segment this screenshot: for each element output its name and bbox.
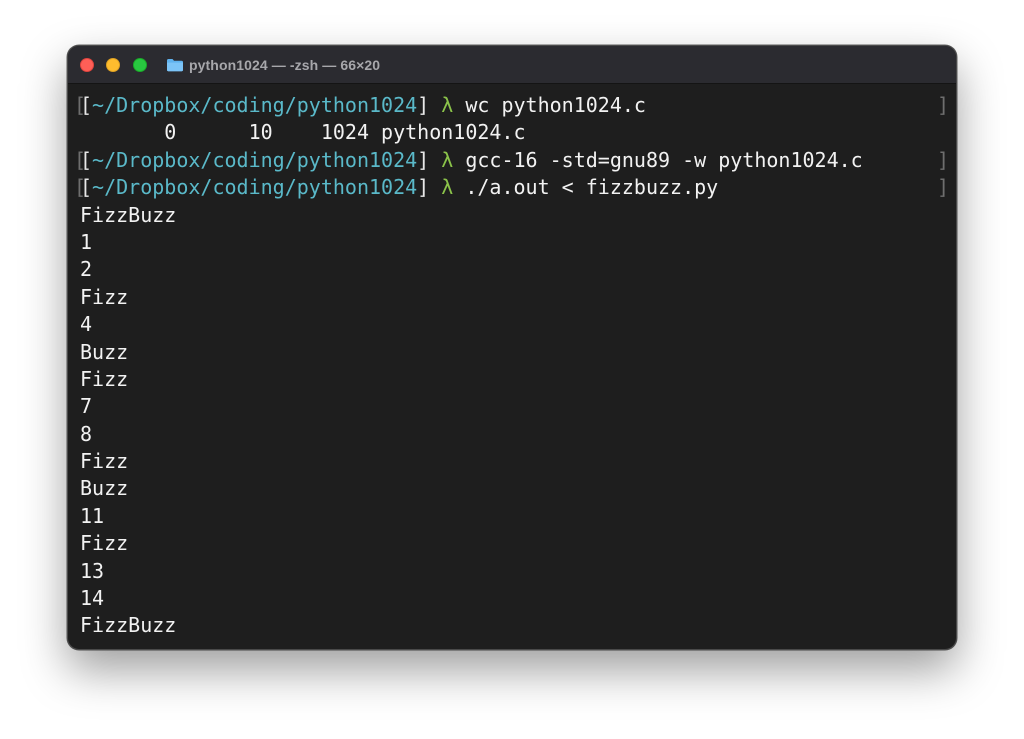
output-line: Fizz [68, 448, 956, 475]
folder-icon [166, 58, 184, 72]
output-text: Fizz [80, 366, 129, 391]
prompt-path: ~/Dropbox/coding/python1024 [92, 147, 418, 172]
prompt-symbol: λ [441, 93, 454, 117]
output-text: Buzz [80, 339, 129, 364]
output-line: FizzBuzz [68, 202, 956, 229]
output-line: Fizz [68, 366, 956, 393]
output-text: 11 [80, 503, 105, 528]
close-button[interactable] [80, 58, 94, 72]
output-text: 7 [80, 394, 93, 419]
output-text: FizzBuzz [80, 202, 177, 227]
command-text: ./a.out < fizzbuzz.py [465, 175, 719, 200]
output-line: 8 [68, 421, 956, 448]
line-mark-left-icon: [ [74, 93, 87, 117]
line-mark-right-icon: ] [936, 175, 949, 200]
output-line: Fizz [68, 530, 956, 557]
line-mark-right-icon: ] [936, 93, 949, 117]
prompt-path: ~/Dropbox/coding/python1024 [92, 175, 418, 200]
output-line: 13 [68, 558, 956, 585]
output-line: 2 [68, 256, 956, 283]
title-bar[interactable]: python1024 — -zsh — 66×20 [68, 46, 956, 84]
window-title: python1024 — -zsh — 66×20 [189, 57, 381, 73]
minimize-button[interactable] [106, 58, 120, 72]
command-text: gcc-16 -std=gnu89 -w python1024.c [465, 147, 863, 172]
output-text: Fizz [80, 449, 129, 474]
command-line: [[~/Dropbox/coding/python1024] λ gcc-16 … [68, 147, 956, 174]
maximize-button[interactable] [133, 58, 147, 72]
prompt-symbol: λ [441, 147, 454, 172]
command-line: [[~/Dropbox/coding/python1024] λ ./a.out… [68, 174, 956, 201]
output-line: 1 [68, 229, 956, 256]
output-line: 0 10 1024 python1024.c [68, 119, 956, 146]
command-line: [[~/Dropbox/coding/python1024] λ wc pyth… [68, 92, 956, 119]
output-line: 7 [68, 393, 956, 420]
output-line: FizzBuzz [68, 612, 956, 639]
prompt-close-bracket: ] [417, 93, 430, 117]
output-line: Fizz [68, 284, 956, 311]
line-mark-left-icon: [ [74, 147, 87, 172]
output-line: Buzz [68, 475, 956, 502]
output-text: 2 [80, 257, 93, 282]
output-line: 4 [68, 311, 956, 338]
output-text: 1 [80, 229, 93, 254]
command-text: wc python1024.c [465, 93, 646, 117]
output-line: 14 [68, 585, 956, 612]
prompt-symbol: λ [441, 175, 454, 200]
output-text: 0 10 1024 python1024.c [80, 120, 526, 145]
terminal-output-area[interactable]: [[~/Dropbox/coding/python1024] λ wc pyth… [68, 92, 956, 642]
line-mark-right-icon: ] [936, 147, 949, 172]
output-text: Buzz [80, 476, 129, 501]
output-text: 8 [80, 421, 93, 446]
prompt-path: ~/Dropbox/coding/python1024 [92, 93, 418, 117]
terminal-window: python1024 — -zsh — 66×20 [[~/Dropbox/co… [67, 45, 957, 650]
output-text: FizzBuzz [80, 613, 177, 638]
output-text: 13 [80, 558, 105, 583]
output-text: Fizz [80, 531, 129, 556]
output-text: Fizz [80, 284, 129, 309]
output-text: 14 [80, 586, 105, 611]
line-mark-left-icon: [ [74, 175, 87, 200]
output-text: 4 [80, 312, 93, 337]
output-line: Buzz [68, 339, 956, 366]
prompt-close-bracket: ] [417, 147, 430, 172]
output-line: 11 [68, 503, 956, 530]
prompt-close-bracket: ] [417, 175, 430, 200]
window-title-group: python1024 — -zsh — 66×20 [166, 46, 380, 84]
